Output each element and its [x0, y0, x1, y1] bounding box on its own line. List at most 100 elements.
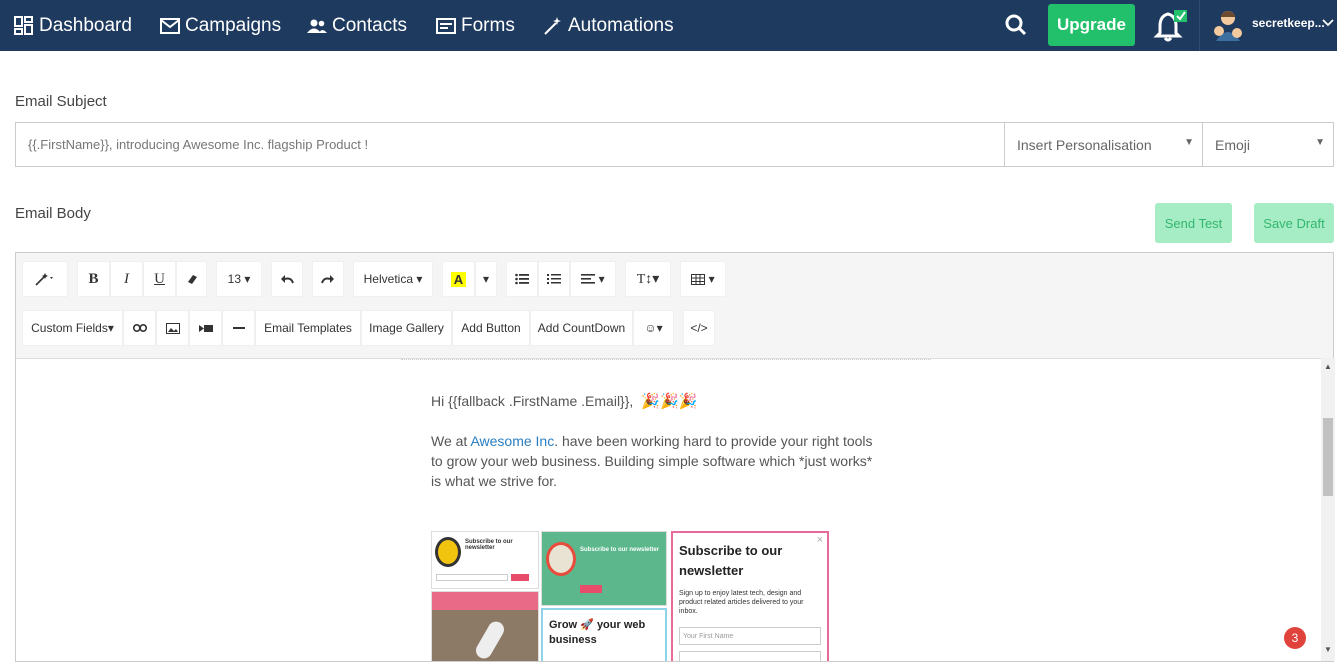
nav-automations[interactable]: Automations	[543, 0, 674, 51]
link-icon	[132, 324, 147, 332]
video-button[interactable]	[189, 310, 222, 346]
awesome-inc-link[interactable]: Awesome Inc	[470, 433, 554, 449]
thumb-button	[580, 585, 602, 593]
custom-fields-select[interactable]: Custom Fields ▾	[22, 310, 123, 346]
caret-down-icon: ▼	[1184, 137, 1194, 148]
first-name-input: Your First Name	[679, 627, 821, 645]
italic-button[interactable]: I	[110, 261, 143, 297]
username[interactable]: secretkeep...	[1252, 16, 1325, 30]
paragraph-text: . have been working hard to provide your…	[554, 433, 873, 449]
code-view-button[interactable]: </>	[683, 310, 715, 346]
megaphone-icon	[546, 542, 576, 576]
table-select[interactable]: ▾	[680, 261, 726, 297]
email-subject-input[interactable]: {{.FirstName}}, introducing Awesome Inc.…	[15, 122, 1005, 167]
custom-fields-label: Custom Fields	[31, 321, 108, 335]
mail-icon	[160, 17, 180, 34]
grow-business: business	[549, 634, 597, 646]
font-family-value: Helvetica	[363, 272, 413, 286]
thumb-input	[436, 574, 508, 581]
newsletter-desc: Sign up to enjoy latest tech, design and…	[679, 590, 804, 615]
image-icon	[165, 322, 180, 334]
emoji-select-label: Emoji	[1215, 137, 1251, 153]
editor-scrollbar[interactable]: ▲ ▼	[1321, 358, 1335, 661]
text-color-button[interactable]: A	[442, 261, 475, 297]
newsletter-thumb-3	[431, 591, 539, 661]
newsletter-thumb-2: Subscribe to our newsletter	[541, 531, 667, 606]
bold-button[interactable]: B	[77, 261, 110, 297]
nav-dashboard-label: Dashboard	[39, 14, 132, 36]
nav-contacts[interactable]: Contacts	[307, 0, 407, 51]
magic-format-button[interactable]	[22, 261, 68, 297]
nav-forms[interactable]: Forms	[436, 0, 515, 51]
content-top-border	[401, 359, 931, 360]
chevron-down-icon[interactable]	[1322, 18, 1334, 28]
nav-campaigns-label: Campaigns	[185, 14, 282, 36]
send-test-button[interactable]: Send Test	[1155, 203, 1232, 243]
line-height-select[interactable]: T↕▾	[625, 261, 671, 297]
toolbar-row-1: B I U 13 ▾ Helvetica ▾ A ▾ ▾ T↕▾ ▾	[22, 261, 726, 297]
caret-down-icon: ▼	[1315, 137, 1325, 148]
emoji-picker-button[interactable]: ☺ ▾	[633, 310, 674, 346]
bullet-list-icon	[515, 273, 529, 285]
thumb-button	[511, 574, 529, 581]
font-family-select[interactable]: Helvetica ▾	[353, 261, 433, 297]
editor-content[interactable]: Hi {{fallback .FirstName .Email}}, 🎉🎉🎉 W…	[16, 358, 1321, 661]
eraser-button[interactable]	[176, 261, 207, 297]
insert-personalisation-select[interactable]: Insert Personalisation ▼	[1004, 122, 1203, 167]
scroll-up-icon[interactable]: ▲	[1324, 362, 1332, 371]
grow-word: Grow	[549, 619, 578, 631]
insert-personalisation-label: Insert Personalisation	[1017, 137, 1152, 153]
thumb-header	[432, 592, 538, 610]
greeting-text: Hi {{fallback .FirstName .Email}},	[431, 393, 634, 409]
newsletter-thumb-4: Grow 🚀 your web business	[541, 608, 667, 661]
font-size-select[interactable]: 13 ▾	[216, 261, 262, 297]
email-templates-button[interactable]: Email Templates	[255, 310, 361, 346]
bell-icon[interactable]	[1153, 8, 1189, 44]
highlight-a-icon: A	[450, 271, 467, 287]
notification-count-badge[interactable]: 3	[1284, 627, 1306, 649]
emoji-select[interactable]: Emoji ▼	[1202, 122, 1334, 167]
nav-divider	[1199, 0, 1200, 51]
paragraph-line-2: to grow your web business. Building simp…	[431, 453, 873, 469]
video-icon	[198, 324, 213, 332]
thumb-title: Subscribe to our newsletter	[465, 539, 513, 551]
add-countdown-button[interactable]: Add CountDown	[530, 310, 633, 346]
newsletter-heading-2: newsletter	[679, 563, 744, 578]
ordered-list-button[interactable]	[538, 261, 570, 297]
scrollbar-thumb[interactable]	[1323, 418, 1333, 496]
image-gallery-button[interactable]: Image Gallery	[361, 310, 452, 346]
undo-button[interactable]	[271, 261, 303, 297]
email-subject-label: Email Subject	[15, 93, 107, 110]
greeting-line: Hi {{fallback .FirstName .Email}}, 🎉🎉🎉	[431, 391, 697, 412]
align-left-icon	[581, 274, 596, 284]
dashboard-icon	[14, 15, 33, 35]
owl-icon	[435, 537, 461, 567]
horizontal-rule-button[interactable]	[222, 310, 255, 346]
undo-icon	[281, 275, 294, 284]
link-button[interactable]	[123, 310, 156, 346]
newsletter-collage-image: Subscribe to our newsletter Subscribe to…	[431, 531, 831, 661]
minus-icon	[232, 326, 245, 329]
newsletter-thumb-5: × Subscribe to our newsletter Sign up to …	[671, 531, 829, 661]
nav-dashboard[interactable]: Dashboard	[14, 0, 132, 51]
top-nav: Dashboard Campaigns Contacts Forms Autom…	[0, 0, 1337, 51]
align-select[interactable]: ▾	[570, 261, 616, 297]
image-button[interactable]	[156, 310, 189, 346]
add-button-button[interactable]: Add Button	[452, 310, 530, 346]
newsletter-heading-1: Subscribe to our	[679, 543, 783, 558]
redo-button[interactable]	[312, 261, 344, 297]
search-icon[interactable]	[1004, 12, 1028, 38]
underline-button[interactable]: U	[143, 261, 176, 297]
avatar[interactable]	[1213, 9, 1243, 41]
text-color-dropdown[interactable]: ▾	[475, 261, 497, 297]
paragraph-line-1: We at Awesome Inc. have been working har…	[431, 431, 873, 451]
upgrade-button[interactable]: Upgrade	[1048, 4, 1135, 46]
unordered-list-button[interactable]	[506, 261, 538, 297]
paragraph-line-3: is what we strive for.	[431, 473, 558, 489]
smiley-icon: ☺	[644, 321, 657, 335]
save-draft-button[interactable]: Save Draft	[1254, 203, 1334, 243]
newsletter-thumb-1: Subscribe to our newsletter	[431, 531, 539, 589]
toolbar-row-2: Custom Fields ▾ Email Templates Image Gal…	[22, 310, 715, 346]
forms-icon	[436, 17, 456, 34]
nav-campaigns[interactable]: Campaigns	[160, 0, 281, 51]
